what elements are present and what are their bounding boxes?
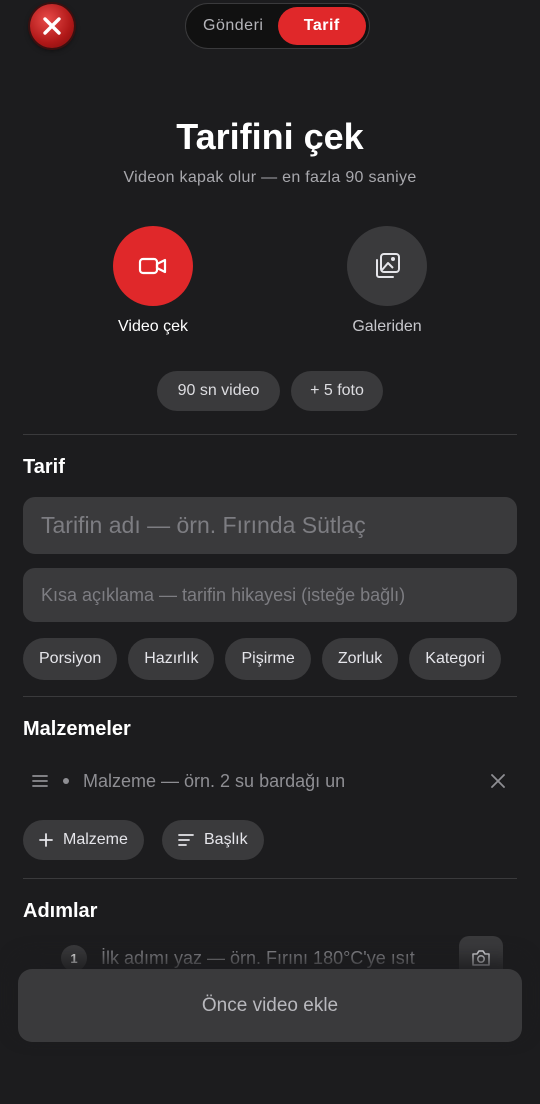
remove-ingredient-icon[interactable] — [491, 774, 505, 788]
drag-handle-icon[interactable] — [31, 774, 49, 788]
ingredient-row: Malzeme — örn. 2 su bardağı un — [23, 763, 517, 799]
bullet-icon — [63, 778, 69, 784]
video-camera-icon — [138, 257, 167, 275]
step-number: 1 — [61, 945, 87, 971]
add-ingredient-button[interactable]: Malzeme — [23, 820, 144, 860]
close-icon — [43, 17, 61, 35]
tab-tarif[interactable]: Tarif — [277, 7, 366, 45]
gallery-icon — [376, 253, 400, 278]
chip-pisirme[interactable]: Pişirme — [225, 638, 311, 680]
gallery-label: Galeriden — [352, 318, 422, 335]
text-align-icon — [178, 834, 194, 846]
recipe-description-input[interactable]: Kısa açıklama — tarifin hikayesi (isteğe… — [23, 568, 517, 622]
chip-porsiyon[interactable]: Porsiyon — [23, 638, 118, 680]
add-heading-button[interactable]: Başlık — [162, 820, 264, 860]
step-input[interactable]: İlk adımı yaz — örn. Fırını 180°C'ye ısı… — [101, 948, 459, 969]
camera-icon — [472, 950, 490, 966]
divider — [23, 434, 517, 435]
gallery-button[interactable] — [347, 226, 427, 306]
chip-kategori[interactable]: Kategori — [409, 638, 501, 680]
recipe-attribute-chips: Porsiyon Hazırlık Pişirme Zorluk Kategor… — [23, 638, 517, 680]
page-subtitle: Videon kapak olur — en fazla 90 saniye — [123, 169, 417, 186]
plus-icon — [39, 833, 53, 847]
chip-zorluk[interactable]: Zorluk — [321, 638, 399, 680]
record-video-label: Video çek — [118, 318, 188, 335]
add-ingredient-label: Malzeme — [63, 831, 128, 848]
post-type-switch: Gönderi Tarif — [185, 3, 370, 49]
recipe-section-title: Tarif — [23, 456, 65, 478]
add-video-first-button[interactable]: Önce video ekle — [18, 969, 522, 1042]
divider — [23, 878, 517, 879]
ingredient-input[interactable]: Malzeme — örn. 2 su bardağı un — [83, 771, 491, 792]
photo-limit-badge: + 5 foto — [291, 371, 383, 411]
add-heading-label: Başlık — [204, 831, 248, 848]
record-video-button[interactable] — [113, 226, 193, 306]
video-limit-badge: 90 sn video — [157, 371, 280, 411]
steps-section-title: Adımlar — [23, 900, 98, 922]
recipe-name-input[interactable]: Tarifin adı — örn. Fırında Sütlaç — [23, 497, 517, 554]
page-title: Tarifini çek — [176, 116, 364, 157]
ingredients-section-title: Malzemeler — [23, 718, 131, 740]
divider — [23, 696, 517, 697]
close-button[interactable] — [30, 4, 74, 48]
chip-hazirlik[interactable]: Hazırlık — [128, 638, 215, 680]
tab-gonderi[interactable]: Gönderi — [189, 7, 278, 45]
